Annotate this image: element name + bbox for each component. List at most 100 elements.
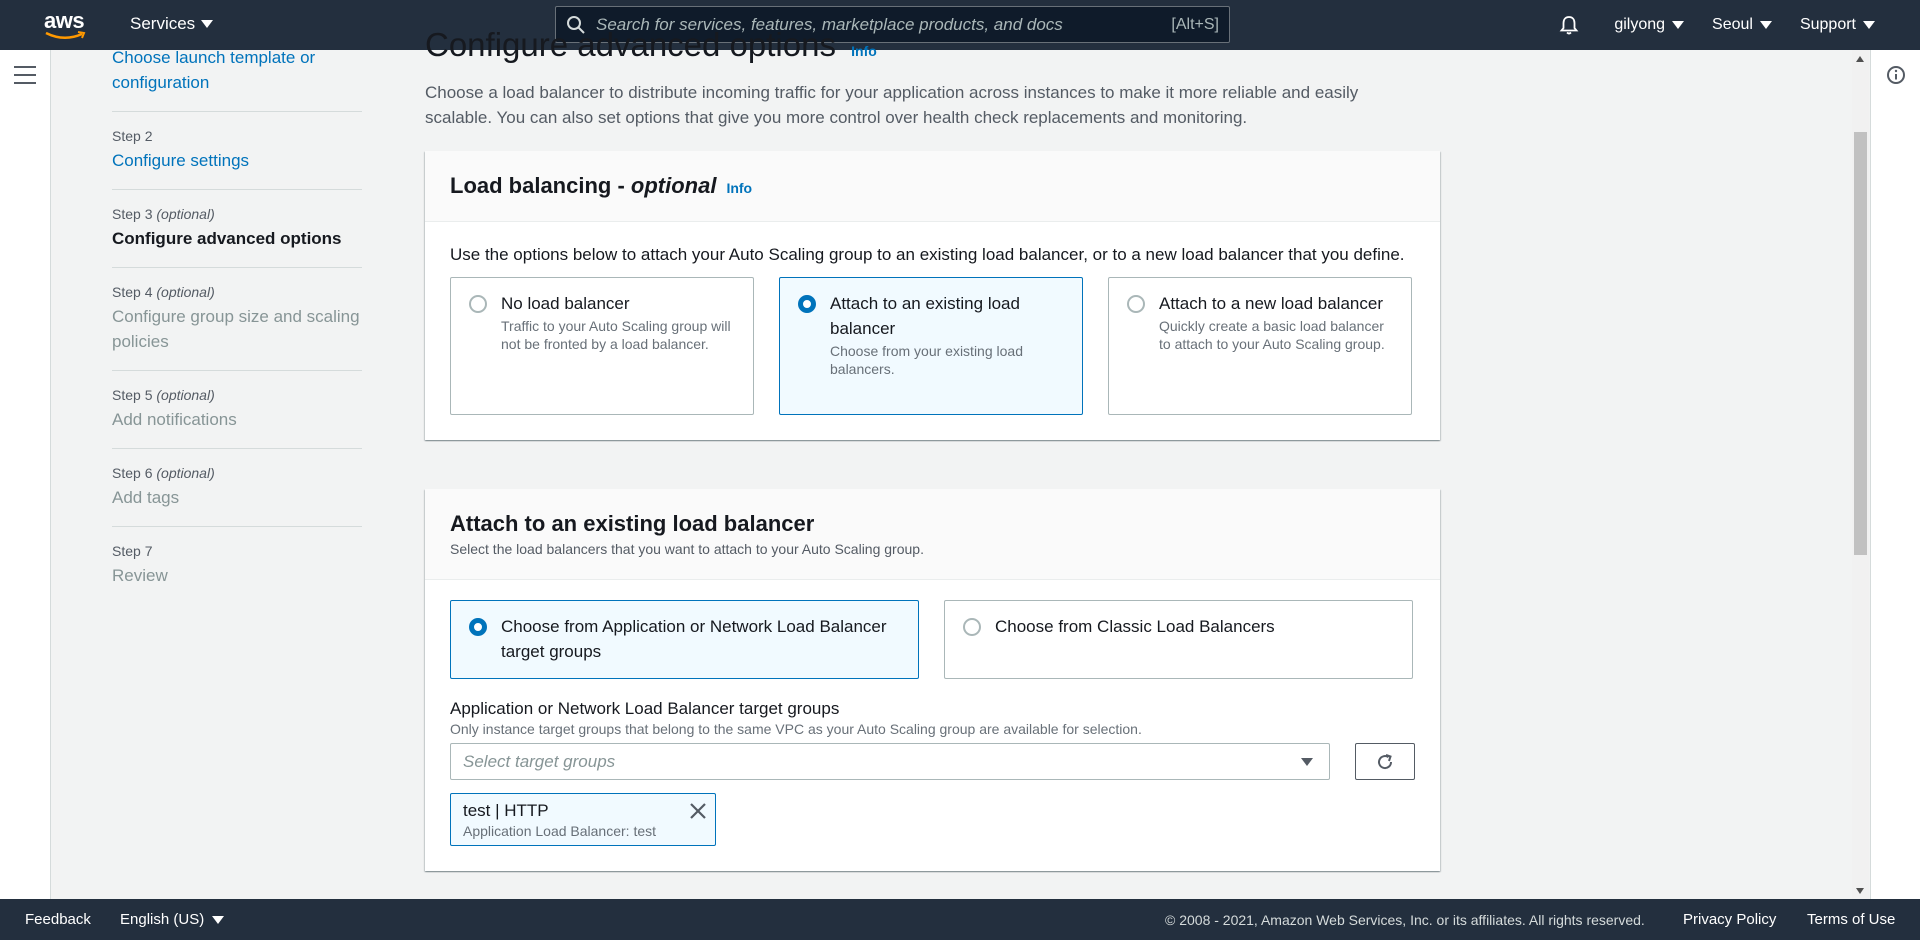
option-title: Choose from Application or Network Load … (501, 617, 887, 661)
panel-body: Use the options below to attach your Aut… (425, 222, 1440, 440)
language-label: English (US) (120, 911, 205, 928)
target-groups-row: Select target groups (450, 743, 1415, 780)
caret-down-icon (1672, 21, 1685, 29)
option-title: Attach to a new load balancer (1159, 294, 1383, 313)
language-selector[interactable]: English (US) (120, 911, 225, 928)
option-desc: Traffic to your Auto Scaling group will … (501, 318, 731, 352)
user-label: gilyong (1614, 16, 1666, 33)
support-label: Support (1799, 16, 1856, 33)
user-menu[interactable]: gilyong (1614, 16, 1685, 34)
target-source-options: Choose from Application or Network Load … (450, 600, 1415, 679)
token-title: test | HTTP (463, 801, 549, 820)
caret-down-icon (212, 915, 225, 924)
caret-down-icon (1301, 758, 1313, 766)
footer: Feedback English (US) © 2008 - 2021, Ama… (0, 899, 1920, 940)
step-3-current: Configure advanced options (112, 229, 342, 248)
option-desc: Choose from your existing load balancers… (830, 343, 1023, 377)
option-attach-new[interactable]: Attach to a new load balancer Quickly cr… (1108, 277, 1412, 415)
option-attach-existing[interactable]: Attach to an existing load balancer Choo… (779, 277, 1083, 415)
radio-button[interactable] (1127, 295, 1145, 313)
scroll-up-icon[interactable] (1856, 56, 1864, 62)
wizard-steps: Choose launch template or configuration … (112, 45, 362, 604)
privacy-policy-link[interactable]: Privacy Policy (1683, 911, 1776, 928)
scroll-thumb[interactable] (1854, 132, 1867, 555)
panel-header: Attach to an existing load balancer Sele… (425, 489, 1440, 580)
step-label: Step 4 (optional) (112, 284, 215, 300)
step-5-title: Add notifications (112, 410, 237, 429)
close-icon[interactable] (689, 802, 707, 820)
refresh-button[interactable] (1355, 743, 1415, 780)
vertical-scrollbar[interactable] (1852, 50, 1869, 900)
step-3: Step 3 (optional) Configure advanced opt… (112, 190, 362, 268)
panel-header: Load balancing - optional Info (425, 151, 1440, 222)
token-subtitle: Application Load Balancer: test (463, 823, 657, 839)
option-title: No load balancer (501, 294, 630, 313)
left-rail (0, 50, 51, 900)
bell-icon[interactable] (1558, 14, 1580, 36)
services-label: Services (130, 14, 196, 33)
load-balancing-info-link[interactable]: Info (726, 180, 752, 196)
radio-button-selected[interactable] (469, 618, 487, 636)
panel-title: Attach to an existing load balancer (450, 511, 815, 536)
option-no-load-balancer[interactable]: No load balancer Traffic to your Auto Sc… (450, 277, 754, 415)
caret-down-icon (1863, 21, 1875, 29)
page-info-link[interactable]: Info (851, 43, 877, 59)
step-2: Step 2 Configure settings (112, 112, 362, 190)
step-label: Step 6 (optional) (112, 465, 215, 481)
target-groups-label: Application or Network Load Balancer tar… (450, 699, 840, 718)
select-placeholder: Select target groups (463, 751, 616, 771)
aws-logo[interactable]: aws (44, 8, 90, 42)
step-7-title: Review (112, 566, 168, 585)
step-label: Step 5 (optional) (112, 387, 215, 403)
page-title: Configure advanced options Info (425, 26, 877, 64)
services-menu[interactable]: Services (130, 14, 214, 34)
step-label: Step 7 (112, 543, 153, 559)
selected-target-group-token: test | HTTP Application Load Balancer: t… (450, 793, 716, 846)
panel-body: Choose from Application or Network Load … (425, 580, 1440, 871)
step-4: Step 4 (optional) Configure group size a… (112, 268, 362, 371)
option-title: Choose from Classic Load Balancers (995, 617, 1275, 636)
step-7: Step 7 Review (112, 527, 362, 604)
target-groups-select[interactable]: Select target groups (450, 743, 1330, 780)
load-balancer-options: No load balancer Traffic to your Auto Sc… (450, 277, 1415, 415)
step-label: Step 3 (optional) (112, 206, 215, 222)
top-navigation: aws Services [Alt+S] gilyong Seoul (0, 0, 1920, 50)
refresh-icon (1378, 753, 1393, 769)
step-4-title: Configure group size and scaling policie… (112, 307, 360, 351)
right-rail (1870, 50, 1920, 900)
radio-button[interactable] (469, 295, 487, 313)
hamburger-menu-icon[interactable] (14, 66, 36, 86)
radio-button-selected[interactable] (798, 295, 816, 313)
info-icon[interactable] (1886, 65, 1906, 85)
caret-down-icon (201, 20, 214, 28)
caret-down-icon (1759, 21, 1772, 29)
load-balancing-lead: Use the options below to attach your Aut… (450, 245, 1405, 264)
step-1: Choose launch template or configuration (112, 45, 362, 112)
step-6-title: Add tags (112, 488, 180, 507)
support-menu[interactable]: Support (1800, 16, 1875, 34)
copyright-text: © 2008 - 2021, Amazon Web Services, Inc.… (1165, 911, 1645, 928)
step-2-link[interactable]: Configure settings (112, 148, 362, 173)
terms-of-use-link[interactable]: Terms of Use (1807, 911, 1895, 928)
step-1-link[interactable]: Choose launch template or configuration (112, 45, 362, 95)
region-menu[interactable]: Seoul (1712, 16, 1772, 34)
nav-right: gilyong Seoul Support (1558, 14, 1875, 36)
option-alb-nlb-target-groups[interactable]: Choose from Application or Network Load … (450, 600, 919, 679)
page-description: Choose a load balancer to distribute inc… (425, 83, 1359, 127)
region-label: Seoul (1712, 16, 1753, 33)
panel-subtitle: Select the load balancers that you want … (450, 541, 924, 557)
step-label: Step 2 (112, 128, 153, 144)
step-6: Step 6 (optional) Add tags (112, 449, 362, 527)
feedback-link[interactable]: Feedback (25, 911, 91, 928)
aws-smile-icon (45, 31, 86, 39)
attach-existing-panel: Attach to an existing load balancer Sele… (425, 489, 1440, 871)
option-title: Attach to an existing load balancer (830, 294, 1020, 338)
step-5: Step 5 (optional) Add notifications (112, 371, 362, 449)
panel-title: Load balancing - optional Info (450, 173, 753, 198)
scroll-down-icon[interactable] (1856, 888, 1864, 894)
radio-button[interactable] (963, 618, 981, 636)
search-shortcut: [Alt+S] (1171, 15, 1219, 33)
target-groups-hint: Only instance target groups that belong … (450, 721, 1142, 737)
option-classic-load-balancers[interactable]: Choose from Classic Load Balancers (944, 600, 1413, 679)
load-balancing-panel: Load balancing - optional Info Use the op… (425, 151, 1440, 440)
